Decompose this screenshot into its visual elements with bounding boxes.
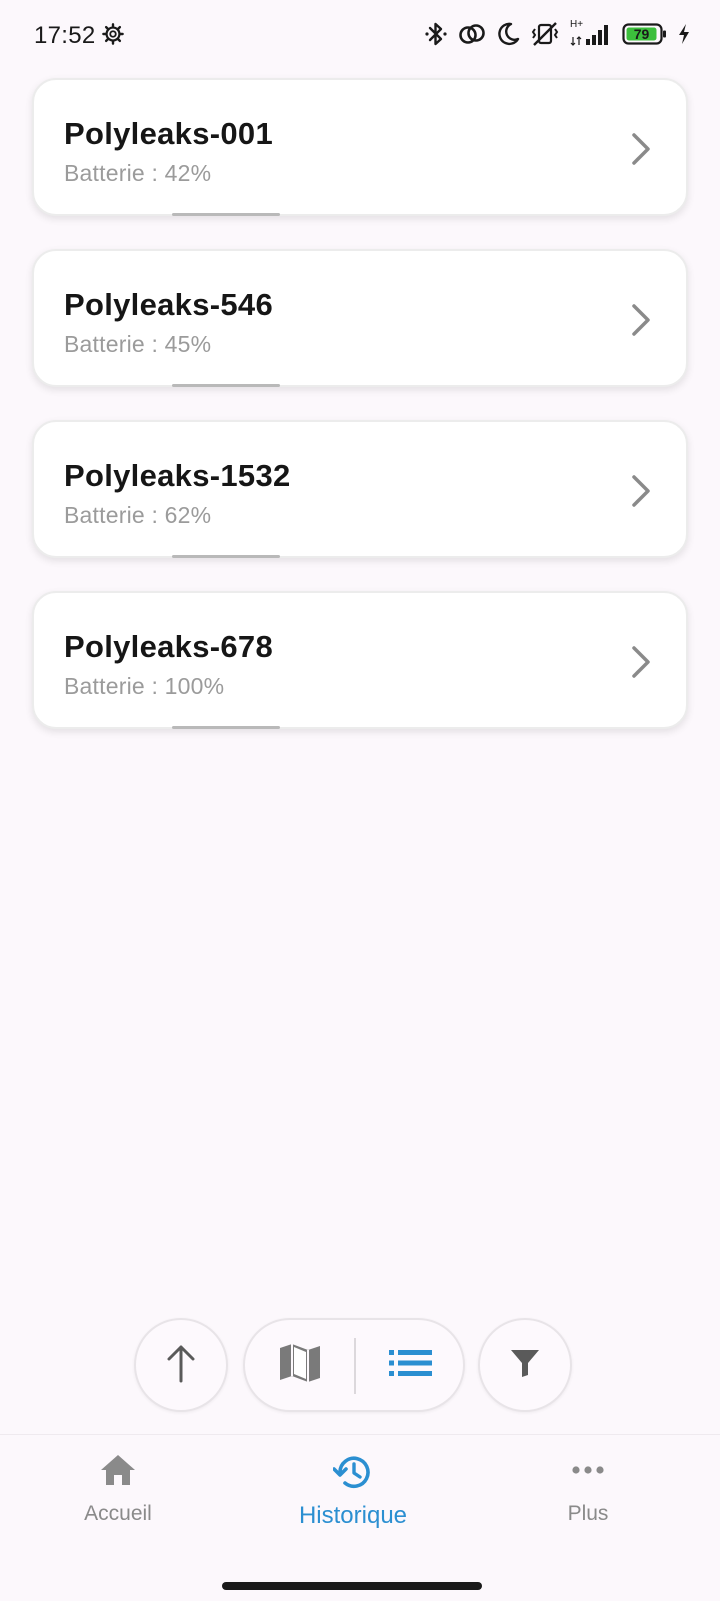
list-view-button[interactable]: [356, 1320, 466, 1410]
device-name: Polyleaks-1532: [64, 458, 291, 493]
nav-item-accueil[interactable]: Accueil: [28, 1453, 208, 1526]
card-divider: [172, 726, 280, 729]
vibrate-off-icon: [530, 20, 560, 48]
filter-button[interactable]: [478, 1318, 572, 1412]
list-icon: [389, 1349, 433, 1382]
chevron-right-icon: [630, 132, 652, 171]
battery-level-text: 79: [633, 26, 650, 42]
device-card[interactable]: Polyleaks-546 Batterie : 45%: [32, 249, 688, 387]
chevron-right-icon: [630, 645, 652, 684]
charging-bolt-icon: [678, 23, 690, 45]
device-name: Polyleaks-546: [64, 287, 273, 322]
scroll-to-top-button[interactable]: [134, 1318, 228, 1412]
device-name: Polyleaks-678: [64, 629, 273, 664]
do-not-disturb-moon-icon: [496, 21, 520, 47]
device-card[interactable]: Polyleaks-1532 Batterie : 62%: [32, 420, 688, 558]
status-time: 17:52: [34, 22, 96, 49]
history-icon: [332, 1453, 373, 1496]
card-divider: [172, 555, 280, 558]
device-card[interactable]: Polyleaks-001 Batterie : 42%: [32, 78, 688, 216]
home-indicator[interactable]: [222, 1582, 482, 1590]
device-card[interactable]: Polyleaks-678 Batterie : 100%: [32, 591, 688, 729]
floating-toolbar: [0, 1318, 720, 1414]
battery-icon: 79: [622, 22, 668, 46]
nav-item-historique[interactable]: Historique: [263, 1453, 443, 1530]
chevron-right-icon: [630, 474, 652, 513]
bottom-navigation: Accueil Historique Plus: [0, 1434, 720, 1601]
status-bar: 17:52 H+ 79: [0, 0, 720, 72]
settings-gear-icon: [101, 22, 124, 50]
map-view-button[interactable]: [245, 1320, 355, 1410]
chevron-right-icon: [630, 303, 652, 342]
map-icon: [278, 1342, 322, 1389]
more-horizontal-icon: [569, 1453, 607, 1492]
device-battery: Batterie : 45%: [64, 331, 212, 357]
device-battery: Batterie : 100%: [64, 673, 225, 699]
device-list: Polyleaks-001 Batterie : 42% Polyleaks-5…: [32, 78, 688, 762]
status-icons: H+ 79: [424, 20, 690, 48]
arrow-up-icon: [166, 1343, 196, 1388]
view-toggle: [243, 1318, 465, 1412]
bluetooth-icon: [424, 20, 448, 48]
home-icon: [99, 1453, 137, 1492]
card-divider: [172, 213, 280, 216]
device-battery: Batterie : 42%: [64, 160, 212, 186]
card-divider: [172, 384, 280, 387]
status-left: 17:52: [34, 22, 124, 50]
nav-label: Historique: [298, 1502, 408, 1529]
cellular-signal-icon: H+: [570, 20, 612, 48]
nav-label: Plus: [567, 1502, 609, 1525]
filter-icon: [509, 1348, 541, 1383]
nav-label: Accueil: [84, 1502, 152, 1525]
device-battery: Batterie : 62%: [64, 502, 212, 528]
device-name: Polyleaks-001: [64, 116, 273, 151]
hotspot-link-icon: [458, 21, 486, 47]
nav-item-plus[interactable]: Plus: [498, 1453, 678, 1526]
